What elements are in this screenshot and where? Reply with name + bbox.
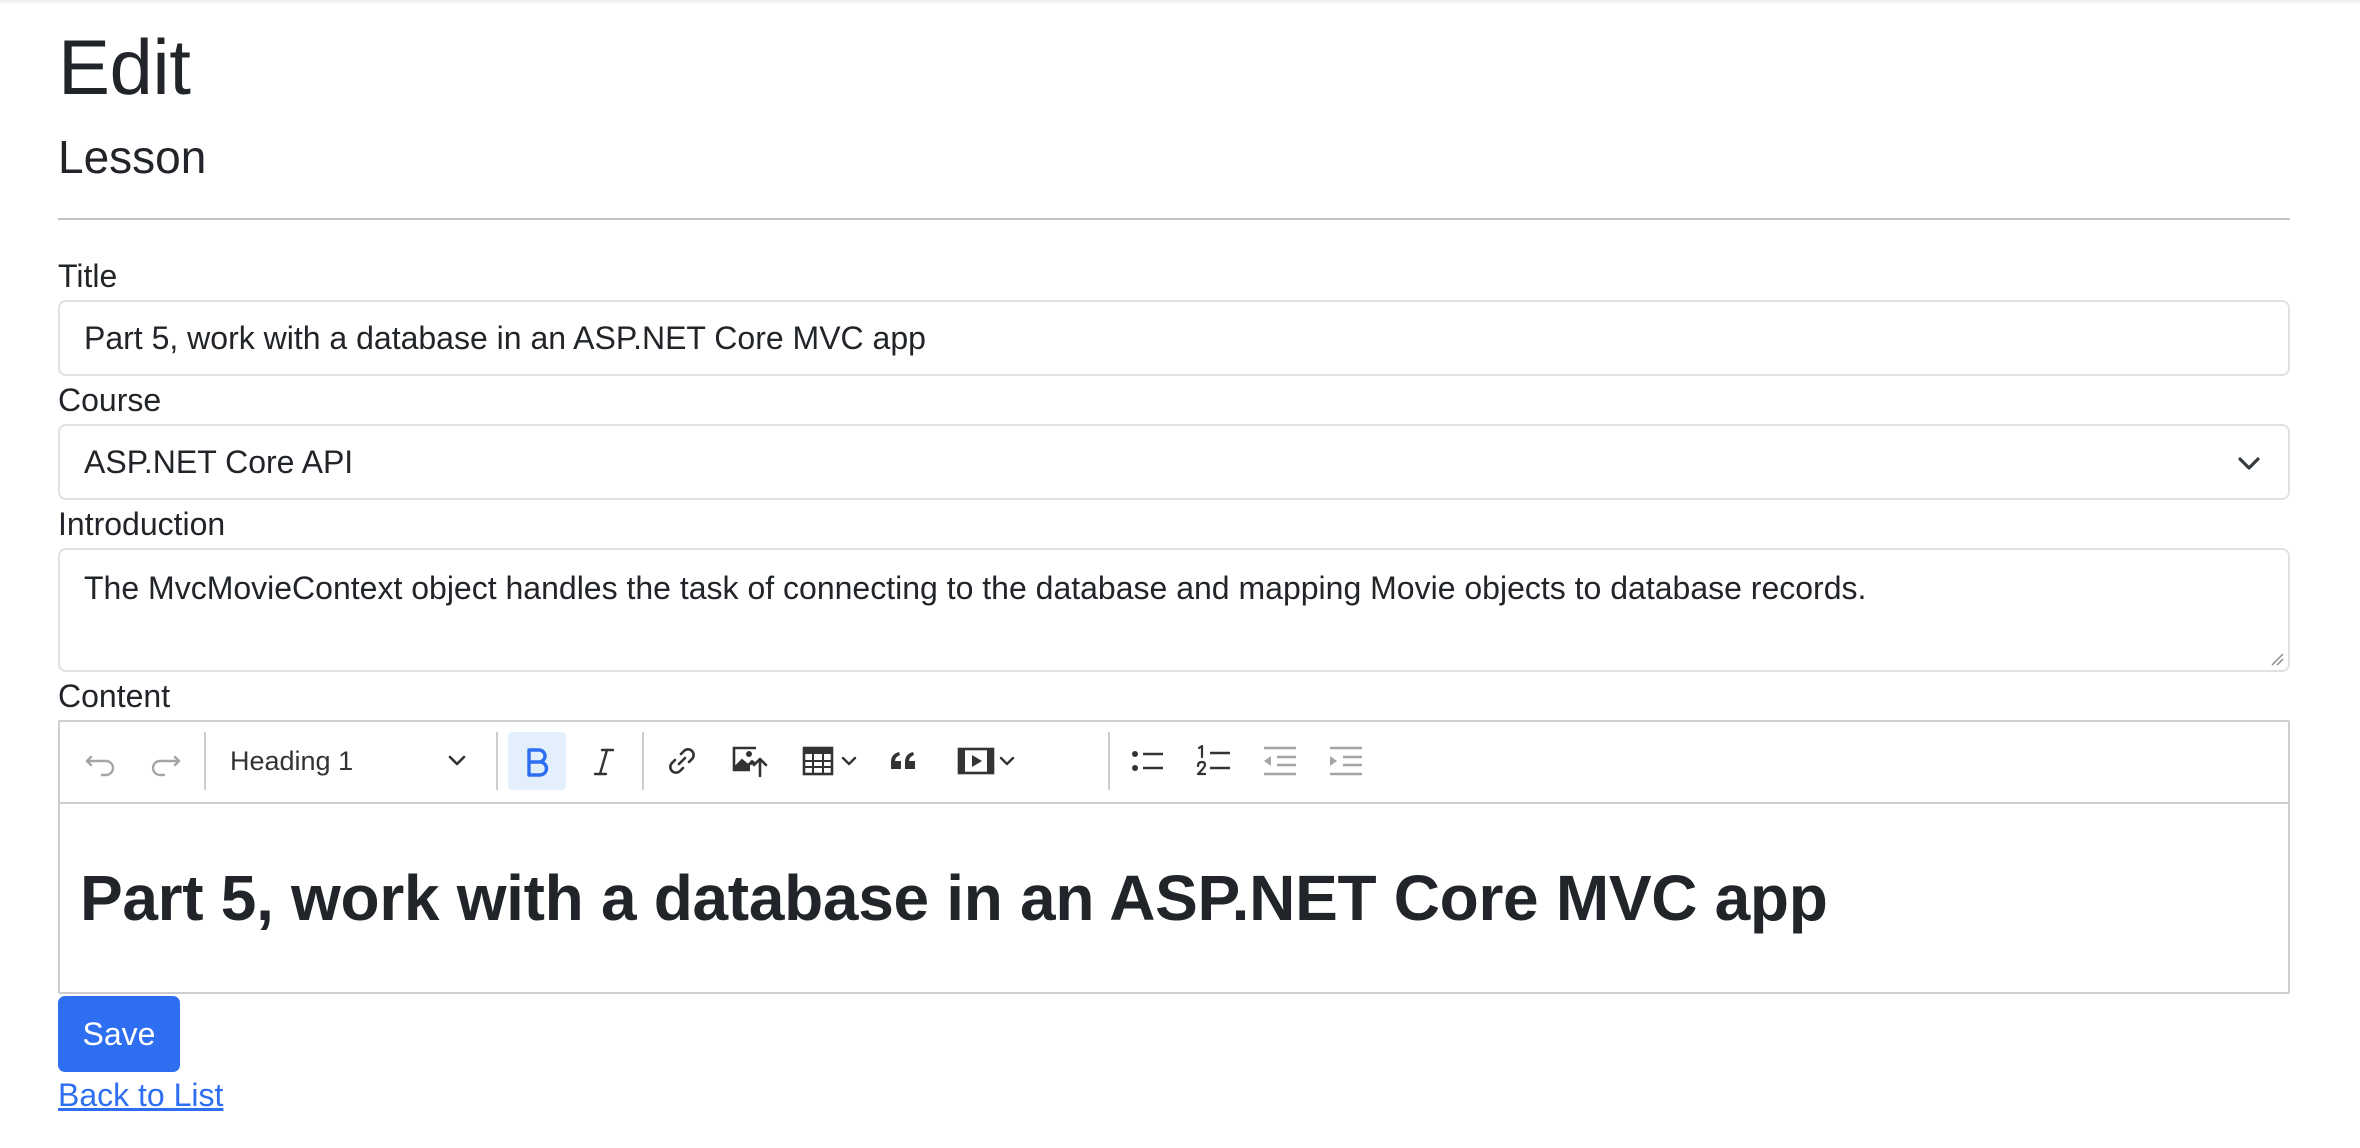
toolbar-separator xyxy=(642,732,644,790)
save-button[interactable]: Save xyxy=(58,996,180,1072)
media-embed-button[interactable] xyxy=(946,732,1028,790)
back-to-list-link[interactable]: Back to List xyxy=(58,1074,223,1116)
heading-dropdown[interactable]: Heading 1 xyxy=(210,732,480,790)
toolbar-separator xyxy=(1108,732,1110,790)
divider xyxy=(58,218,2290,220)
resize-handle-icon[interactable] xyxy=(2268,650,2284,666)
title-input[interactable]: Part 5, work with a database in an ASP.N… xyxy=(58,300,2290,376)
title-label: Title xyxy=(58,258,118,294)
introduction-label: Introduction xyxy=(58,506,226,542)
chevron-down-icon xyxy=(841,756,857,766)
bulleted-list-button[interactable] xyxy=(1118,732,1178,790)
editor-content-heading: Part 5, work with a database in an ASP.N… xyxy=(80,862,1828,934)
page-title: Edit xyxy=(58,23,191,111)
italic-button[interactable] xyxy=(576,732,632,790)
top-shadow xyxy=(0,0,2360,5)
course-label: Course xyxy=(58,382,162,418)
table-button[interactable] xyxy=(790,732,870,790)
chevron-down-icon xyxy=(999,756,1015,766)
redo-icon xyxy=(151,755,181,777)
redo-button[interactable] xyxy=(138,732,194,790)
rich-text-editor: Heading 1 Part 5, work with a database i… xyxy=(58,720,2290,994)
numbered-list-icon xyxy=(1196,744,1230,776)
blockquote-button[interactable] xyxy=(876,732,932,790)
italic-icon xyxy=(593,748,615,776)
toolbar-separator xyxy=(496,732,498,790)
outdent-icon xyxy=(1264,746,1296,776)
course-select[interactable]: ASP.NET Core API xyxy=(58,424,2290,500)
bold-icon xyxy=(527,748,549,777)
entity-subtitle: Lesson xyxy=(58,131,207,183)
link-button[interactable] xyxy=(654,732,710,790)
editor-content-area[interactable]: Part 5, work with a database in an ASP.N… xyxy=(60,804,2288,992)
title-input-value: Part 5, work with a database in an ASP.N… xyxy=(84,320,926,356)
undo-icon xyxy=(85,755,115,777)
indent-button[interactable] xyxy=(1316,732,1376,790)
introduction-textarea-value: The MvcMovieContext object handles the t… xyxy=(84,570,1867,606)
outdent-button[interactable] xyxy=(1250,732,1310,790)
table-icon xyxy=(802,746,834,776)
content-label: Content xyxy=(58,678,171,714)
bulleted-list-icon xyxy=(1132,751,1163,771)
image-upload-button[interactable] xyxy=(720,732,780,790)
toolbar-separator xyxy=(204,732,206,790)
image-upload-icon xyxy=(732,746,768,778)
editor-toolbar: Heading 1 xyxy=(60,722,2288,804)
introduction-textarea[interactable]: The MvcMovieContext object handles the t… xyxy=(58,548,2290,672)
chevron-down-icon xyxy=(448,755,466,766)
course-select-value: ASP.NET Core API xyxy=(84,444,354,480)
media-icon xyxy=(957,747,995,775)
numbered-list-button[interactable] xyxy=(1184,732,1244,790)
undo-button[interactable] xyxy=(72,732,128,790)
blockquote-icon xyxy=(891,752,915,769)
chevron-down-icon xyxy=(2238,457,2260,470)
heading-dropdown-label: Heading 1 xyxy=(230,745,354,776)
link-icon xyxy=(669,748,695,774)
bold-button[interactable] xyxy=(508,732,566,790)
indent-icon xyxy=(1330,746,1362,776)
